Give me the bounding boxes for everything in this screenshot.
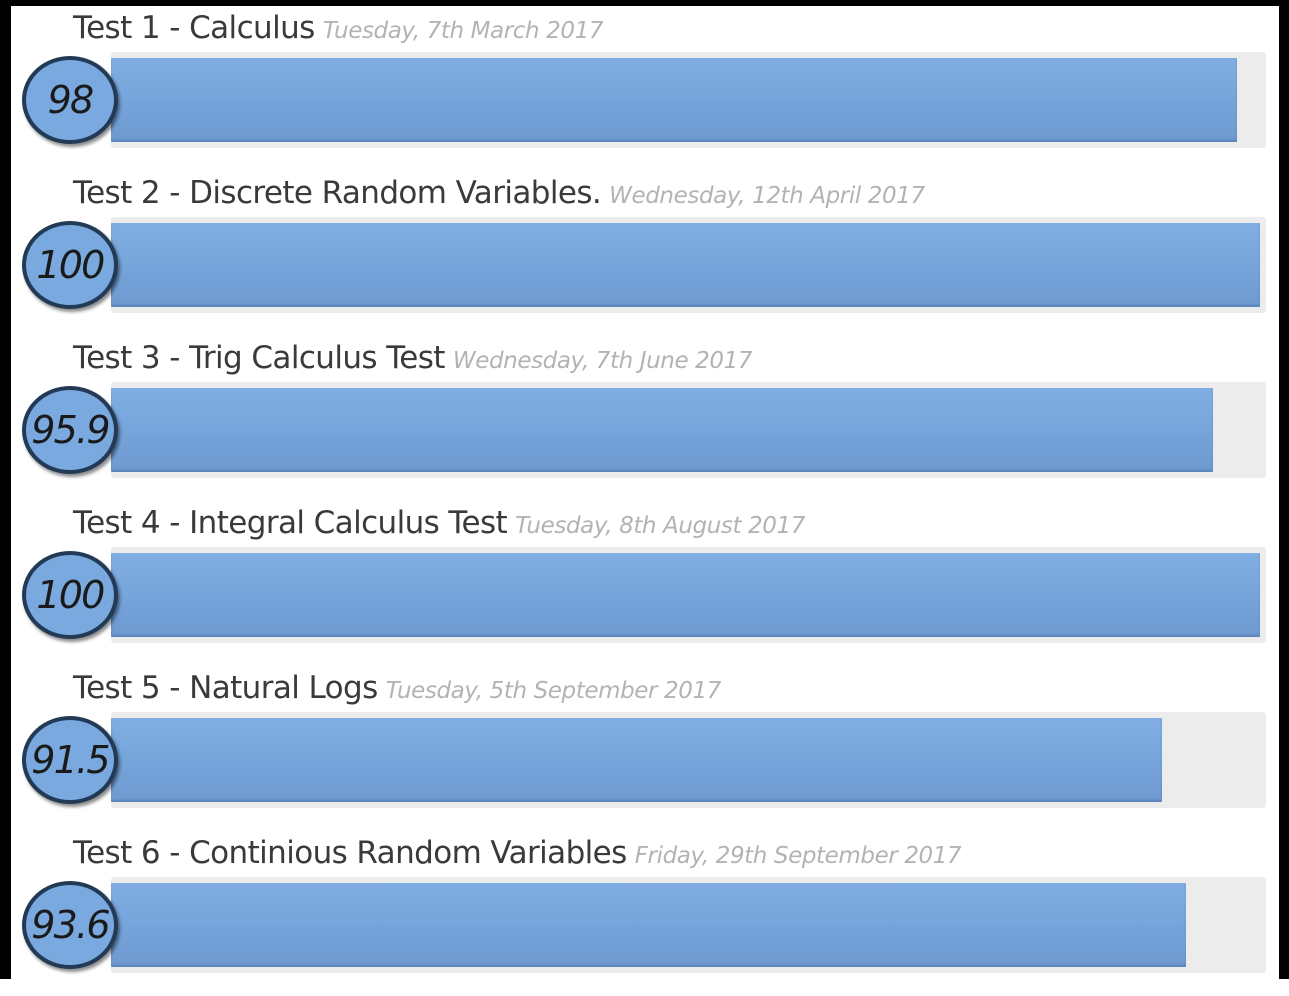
test-results-list: Test 1 - Calculus Tuesday, 7th March 2017… <box>0 0 1289 979</box>
test-result-item: Test 3 - Trig Calculus Test Wednesday, 7t… <box>0 336 1289 501</box>
test-header: Test 6 - Continious Random Variables Frid… <box>73 831 962 875</box>
score-value: 100 <box>36 243 105 287</box>
score-progress-fill <box>111 883 1186 967</box>
score-value: 93.6 <box>31 903 110 947</box>
score-badge: 95.9 <box>22 386 118 474</box>
score-badge: 98 <box>22 56 118 144</box>
test-header: Test 4 - Integral Calculus Test Tuesday, … <box>73 501 805 545</box>
score-progress-fill <box>111 58 1237 142</box>
test-result-item: Test 1 - Calculus Tuesday, 7th March 2017… <box>0 6 1289 171</box>
score-progress-track <box>111 547 1266 643</box>
score-progress-fill <box>111 388 1213 472</box>
score-progress-fill <box>111 718 1162 802</box>
score-badge: 100 <box>22 221 118 309</box>
test-date: Tuesday, 7th March 2017 <box>322 18 604 44</box>
score-progress-track <box>111 382 1266 478</box>
score-value: 98 <box>47 78 95 122</box>
test-title: Test 5 - Natural Logs <box>73 670 378 706</box>
score-progress-track <box>111 712 1266 808</box>
test-result-item: Test 2 - Discrete Random Variables. Wedne… <box>0 171 1289 336</box>
test-title: Test 4 - Integral Calculus Test <box>73 505 508 541</box>
score-value: 95.9 <box>31 408 110 452</box>
score-progress-track <box>111 877 1266 973</box>
score-badge: 91.5 <box>22 716 118 804</box>
test-header: Test 5 - Natural Logs Tuesday, 5th Septem… <box>73 666 721 710</box>
test-date: Wednesday, 7th June 2017 <box>452 348 753 374</box>
score-value: 91.5 <box>31 738 110 782</box>
test-header: Test 3 - Trig Calculus Test Wednesday, 7t… <box>73 336 752 380</box>
test-title: Test 2 - Discrete Random Variables. <box>73 175 602 211</box>
test-date: Tuesday, 5th September 2017 <box>385 678 722 704</box>
score-value: 100 <box>36 573 105 617</box>
test-header: Test 1 - Calculus Tuesday, 7th March 2017 <box>73 6 603 50</box>
test-date: Wednesday, 12th April 2017 <box>609 183 925 209</box>
test-title: Test 6 - Continious Random Variables <box>73 835 627 871</box>
test-date: Tuesday, 8th August 2017 <box>515 513 805 539</box>
score-progress-fill <box>111 553 1260 637</box>
test-result-item: Test 6 - Continious Random Variables Frid… <box>0 831 1289 996</box>
score-progress-track <box>111 52 1266 148</box>
score-badge: 100 <box>22 551 118 639</box>
test-title: Test 3 - Trig Calculus Test <box>73 340 445 376</box>
test-result-item: Test 5 - Natural Logs Tuesday, 5th Septem… <box>0 666 1289 831</box>
test-result-item: Test 4 - Integral Calculus Test Tuesday, … <box>0 501 1289 666</box>
score-progress-track <box>111 217 1266 313</box>
test-header: Test 2 - Discrete Random Variables. Wedne… <box>73 171 925 215</box>
test-date: Friday, 29th September 2017 <box>634 843 962 869</box>
test-title: Test 1 - Calculus <box>73 10 315 46</box>
score-progress-fill <box>111 223 1260 307</box>
score-badge: 93.6 <box>22 881 118 969</box>
